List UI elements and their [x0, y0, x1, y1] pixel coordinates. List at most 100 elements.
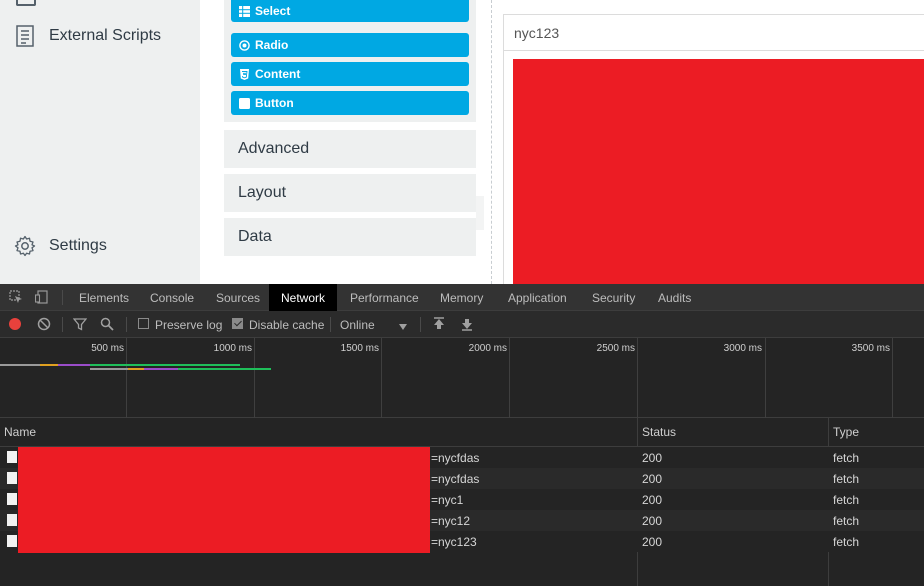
separator: [330, 317, 331, 332]
request-status: 200: [642, 534, 663, 549]
tab-audits[interactable]: Audits: [658, 284, 691, 311]
tab-sources[interactable]: Sources: [216, 284, 260, 311]
tab-label: Network: [281, 290, 326, 305]
request-name: =nyc123: [431, 534, 477, 549]
request-status: 200: [642, 450, 663, 465]
file-icon: [7, 472, 17, 484]
tab-memory[interactable]: Memory: [440, 284, 483, 311]
basic-components-box: Select Radio Content Button: [224, 0, 476, 122]
tab-label: Elements: [79, 290, 130, 305]
radio-icon: [239, 39, 250, 51]
network-overview[interactable]: 500 ms 1000 ms 1500 ms 2000 ms 2500 ms 3…: [0, 338, 924, 418]
separator: [420, 317, 421, 332]
table-header: Name Status Type: [0, 418, 924, 447]
tab-label: Audits: [658, 290, 692, 305]
nav-item-label: Settings: [49, 237, 107, 254]
request-status: 200: [642, 471, 663, 486]
tab-label: Console: [150, 290, 195, 305]
redacted-block: [513, 59, 924, 284]
tab-label: Application: [508, 290, 567, 305]
column-header-name[interactable]: Name: [0, 418, 36, 446]
preserve-log-checkbox[interactable]: [138, 318, 149, 329]
tab-security[interactable]: Security: [592, 284, 635, 311]
tab-label: Security: [592, 290, 636, 305]
preview-title-bar: nyc123: [504, 14, 924, 51]
clear-icon[interactable]: [37, 317, 51, 331]
panel-divider: [491, 0, 492, 284]
section-label: Advanced: [238, 140, 310, 157]
column-header-type[interactable]: Type: [829, 418, 859, 446]
panel-gutter: [476, 196, 484, 230]
request-name: =nycfdas: [431, 450, 480, 465]
devtools-tab-bar: Elements Console Sources Network Perform…: [0, 284, 924, 311]
left-nav: External Scripts Settings: [0, 0, 200, 284]
component-radio-button[interactable]: Radio: [231, 33, 469, 57]
section-layout[interactable]: Layout: [224, 174, 476, 212]
file-icon: [7, 451, 17, 463]
tab-elements[interactable]: Elements: [79, 284, 129, 311]
component-label: Select: [255, 4, 291, 18]
request-name: =nyc12: [431, 513, 471, 528]
redacted-block: [18, 447, 430, 553]
dropdown-arrow-icon[interactable]: [398, 320, 408, 330]
nav-item-settings[interactable]: Settings: [14, 235, 107, 257]
tab-label: Performance: [350, 290, 419, 305]
request-type: fetch: [833, 471, 860, 486]
preview-title: nyc123: [514, 24, 560, 41]
separator: [62, 317, 63, 332]
html5-icon: [239, 68, 250, 80]
search-icon[interactable]: [100, 317, 114, 331]
components-panel: Select Radio Content Button Advanced Lay…: [224, 0, 476, 284]
request-status: 200: [642, 492, 663, 507]
request-status: 200: [642, 513, 663, 528]
preserve-log-label[interactable]: Preserve log: [155, 311, 222, 338]
request-type: fetch: [833, 534, 860, 549]
timeline-waterfall: [0, 364, 271, 370]
file-icon: [7, 493, 17, 505]
record-icon[interactable]: [8, 317, 22, 331]
component-content-button[interactable]: Content: [231, 62, 469, 86]
tab-console[interactable]: Console: [150, 284, 194, 311]
app-area: External Scripts Settings Select Radio C…: [0, 0, 924, 284]
request-type: fetch: [833, 492, 860, 507]
request-name: =nyc1: [431, 492, 464, 507]
request-type: fetch: [833, 513, 860, 528]
tab-performance[interactable]: Performance: [350, 284, 419, 311]
disable-cache-label[interactable]: Disable cache: [249, 311, 324, 338]
throttling-select[interactable]: Online: [340, 311, 375, 338]
network-toolbar: Preserve log Disable cache Online: [0, 311, 924, 338]
filter-icon[interactable]: [72, 317, 88, 331]
nav-item-external-scripts[interactable]: External Scripts: [14, 25, 161, 47]
square-icon: [239, 97, 250, 109]
separator: [62, 290, 63, 305]
tab-label: Memory: [440, 290, 484, 305]
tab-application[interactable]: Application: [508, 284, 567, 311]
tab-network[interactable]: Network: [269, 284, 338, 311]
nav-item-icon-partial[interactable]: [16, 0, 36, 6]
section-label: Data: [238, 228, 272, 245]
file-icon: [7, 535, 17, 547]
file-icon: [7, 514, 17, 526]
section-data[interactable]: Data: [224, 218, 476, 256]
export-har-icon[interactable]: [460, 317, 474, 331]
component-label: Radio: [255, 38, 289, 52]
tab-label: Sources: [216, 290, 261, 305]
import-har-icon[interactable]: [432, 317, 446, 331]
component-label: Content: [255, 67, 301, 81]
component-select-button[interactable]: Select: [231, 0, 469, 22]
inspect-element-icon[interactable]: [9, 290, 23, 304]
section-advanced[interactable]: Advanced: [224, 130, 476, 168]
device-toolbar-icon[interactable]: [34, 290, 49, 304]
request-name: =nycfdas: [431, 471, 480, 486]
section-label: Layout: [238, 184, 287, 201]
form-preview: nyc123: [503, 14, 924, 284]
nav-item-label: External Scripts: [49, 27, 162, 44]
gear-icon: [14, 235, 36, 257]
table-icon: [239, 5, 250, 17]
component-button-button[interactable]: Button: [231, 91, 469, 115]
column-header-status[interactable]: Status: [638, 418, 676, 446]
component-label: Button: [255, 96, 294, 110]
request-type: fetch: [833, 450, 860, 465]
disable-cache-checkbox[interactable]: [232, 318, 243, 329]
separator: [126, 317, 127, 332]
